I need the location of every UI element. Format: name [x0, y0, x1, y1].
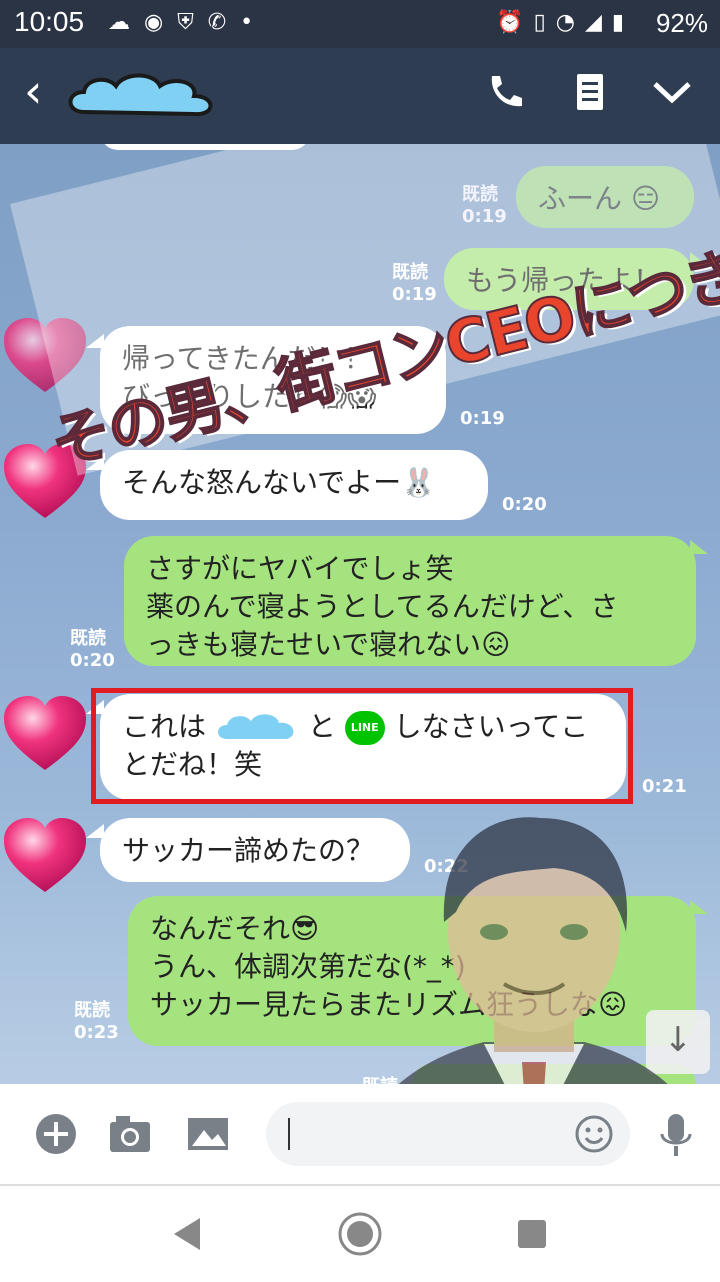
battery-icon: ▮ — [611, 10, 634, 35]
message-text: そんな怒んないでよー🐰 — [122, 466, 437, 499]
message-time: 0:19 — [460, 408, 505, 429]
system-navbar — [0, 1184, 720, 1282]
phone-icon[interactable] — [480, 72, 528, 120]
status-time: 10:05 — [14, 6, 85, 37]
image-icon[interactable] — [186, 1112, 230, 1156]
contact-name-cloud-icon — [68, 73, 213, 117]
speaker-icon: ◉ — [144, 10, 178, 35]
text-cursor — [288, 1118, 290, 1150]
read-label: 既読 — [70, 628, 106, 649]
plus-icon[interactable] — [34, 1112, 78, 1156]
status-bar: 10:05 ☁◉⛨✆• ⏰▯◔◢▮ 92% — [0, 0, 720, 48]
chat-header: ‹ — [0, 48, 720, 144]
phone-shield-icon: ✆ — [207, 10, 241, 35]
message-time: 0:23 — [74, 1022, 119, 1043]
camera-icon[interactable] — [108, 1112, 152, 1156]
bubble-tail — [690, 540, 708, 554]
bubble-tail — [86, 824, 104, 838]
mic-icon[interactable] — [656, 1112, 700, 1156]
alarm-icon: ⏰ — [496, 10, 534, 35]
back-triangle-icon[interactable] — [170, 1216, 204, 1252]
message-input-bar — [0, 1084, 720, 1184]
vibrate-icon: ▯ — [533, 10, 556, 35]
cloud-icon: ☁ — [108, 10, 144, 35]
read-label: 既読 — [74, 1000, 110, 1021]
shield-icon: ⛨ — [177, 10, 208, 35]
wifi-icon: ◔ — [555, 10, 585, 35]
message-time: 0:20 — [502, 494, 547, 515]
battery-percent: 92% — [655, 8, 708, 38]
message-bubble-right[interactable]: さすがにヤバイでしょ笑 薬のんで寝ようとしてるんだけど、さ っきも寝たせいで寝れ… — [124, 536, 696, 666]
dot-icon: • — [240, 10, 268, 35]
message-time: 0:21 — [642, 776, 687, 797]
recents-square-icon[interactable] — [516, 1218, 548, 1250]
read-receipt: 既読 0:20 — [70, 628, 115, 672]
message-text: さすがにヤバイでしょ笑 薬のんで寝ようとしてるんだけど、さ っきも寝たせいで寝れ… — [146, 552, 619, 661]
highlight-box — [91, 688, 633, 804]
avatar-heart-icon[interactable] — [2, 694, 88, 774]
message-bubble-left[interactable]: そんな怒んないでよー🐰 — [100, 450, 488, 520]
signal-icon: ◢ — [584, 10, 612, 35]
notification-icons: ☁◉⛨✆• — [108, 10, 267, 35]
message-text: サッカー諦めたの？ — [122, 834, 375, 867]
back-button[interactable]: ‹ — [24, 68, 42, 114]
note-icon[interactable] — [566, 72, 614, 120]
home-circle-icon[interactable] — [336, 1210, 384, 1258]
system-icons: ⏰▯◔◢▮ — [496, 10, 634, 35]
avatar-heart-icon[interactable] — [2, 816, 88, 896]
message-input[interactable] — [266, 1102, 630, 1166]
message-time: 0:20 — [70, 650, 115, 671]
read-receipt: 既読 0:23 — [74, 1000, 119, 1044]
emoji-icon[interactable] — [574, 1114, 614, 1154]
chevron-down-icon[interactable] — [648, 72, 696, 120]
